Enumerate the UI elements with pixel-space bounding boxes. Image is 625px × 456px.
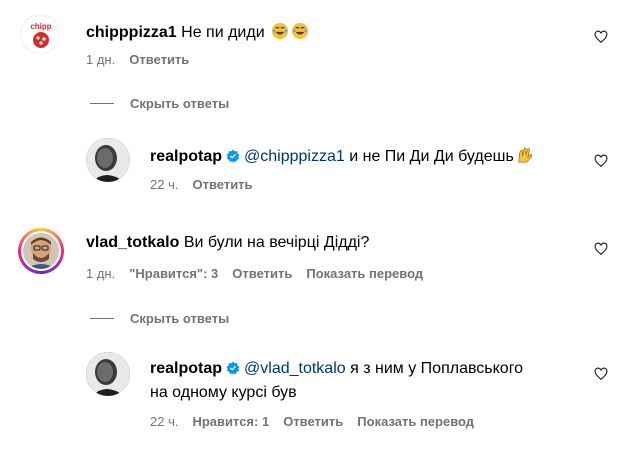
username[interactable]: realpotap (150, 148, 222, 165)
reply-button[interactable]: Ответить (283, 414, 343, 429)
comment-text: Не пи диди (181, 24, 265, 41)
svg-text:chipp: chipp (30, 22, 51, 31)
likes-count[interactable]: Нравится: 1 (192, 414, 269, 429)
hide-replies-label: Скрыть ответы (130, 311, 230, 326)
username[interactable]: chipppizza1 (86, 24, 177, 41)
show-translation-button[interactable]: Показать перевод (306, 266, 423, 281)
show-translation-button[interactable]: Показать перевод (357, 414, 474, 429)
comment-meta-2: 22 ч. Ответить (150, 177, 253, 192)
like-heart-icon[interactable] (594, 30, 608, 44)
comment-text: и не Пи Ди Ди будешь (349, 148, 514, 165)
comment-meta-4: 22 ч. Нравится: 1 Ответить Показать пере… (150, 414, 474, 429)
person-photo-icon (23, 233, 59, 269)
comment-text: Ви були на вечірці Дідді? (183, 234, 370, 251)
mention-link[interactable]: @vlad_totkalo (244, 360, 346, 377)
comment-time[interactable]: 22 ч. (150, 414, 178, 429)
username[interactable]: realpotap (150, 360, 222, 377)
divider-line (90, 318, 114, 319)
avatar-realpotap[interactable] (86, 138, 130, 182)
comment-meta-1: 1 дн. Ответить (86, 52, 189, 67)
avatar-chipppizza1[interactable]: chipp (20, 14, 60, 54)
like-heart-icon[interactable] (594, 242, 608, 256)
reply-button[interactable]: Ответить (232, 266, 292, 281)
comment-body-4-line2: на одному курсі був (150, 383, 297, 403)
chipppizza-logo-icon: chipp (22, 16, 59, 53)
comment-meta-3: 1 дн. "Нравится": 3 Ответить Показать пе… (86, 266, 423, 281)
person-photo-icon (86, 352, 130, 396)
comment-text: я з ним у Поплавського (350, 360, 524, 377)
hide-replies-toggle[interactable]: Скрыть ответы (90, 96, 229, 111)
comment-body-2: realpotap @chipppizza1 и не Пи Ди Ди буде… (150, 146, 534, 167)
avatar-realpotap[interactable] (86, 352, 130, 396)
mention-link[interactable]: @chipppizza1 (244, 148, 345, 165)
verified-badge-icon (226, 149, 240, 163)
person-photo-icon (86, 138, 130, 182)
comment-time[interactable]: 22 ч. (150, 177, 178, 192)
like-heart-icon[interactable] (594, 154, 608, 168)
username[interactable]: vlad_totkalo (86, 234, 179, 251)
like-heart-icon[interactable] (594, 367, 608, 381)
comment-body-3: vlad_totkalo Ви були на вечірці Дідді? (86, 233, 369, 253)
raising-hands-emoji-icon (518, 147, 532, 163)
divider-line (90, 103, 114, 104)
likes-count[interactable]: "Нравится": 3 (129, 266, 218, 281)
laughing-emoji-icon (291, 22, 309, 40)
comment-time[interactable]: 1 дн. (86, 52, 115, 67)
hide-replies-toggle[interactable]: Скрыть ответы (90, 311, 229, 326)
laughing-emoji-icon (271, 22, 289, 40)
reply-button[interactable]: Ответить (129, 52, 189, 67)
avatar-vlad-totkalo[interactable] (18, 228, 64, 274)
comment-time[interactable]: 1 дн. (86, 266, 115, 281)
comment-text: на одному курсі був (150, 384, 297, 401)
verified-badge-icon (226, 361, 240, 375)
hide-replies-label: Скрыть ответы (130, 96, 230, 111)
reply-button[interactable]: Ответить (192, 177, 252, 192)
comment-body-4: realpotap @vlad_totkalo я з ним у Поплавс… (150, 359, 523, 379)
comment-body-1: chipppizza1 Не пи диди (86, 22, 309, 43)
